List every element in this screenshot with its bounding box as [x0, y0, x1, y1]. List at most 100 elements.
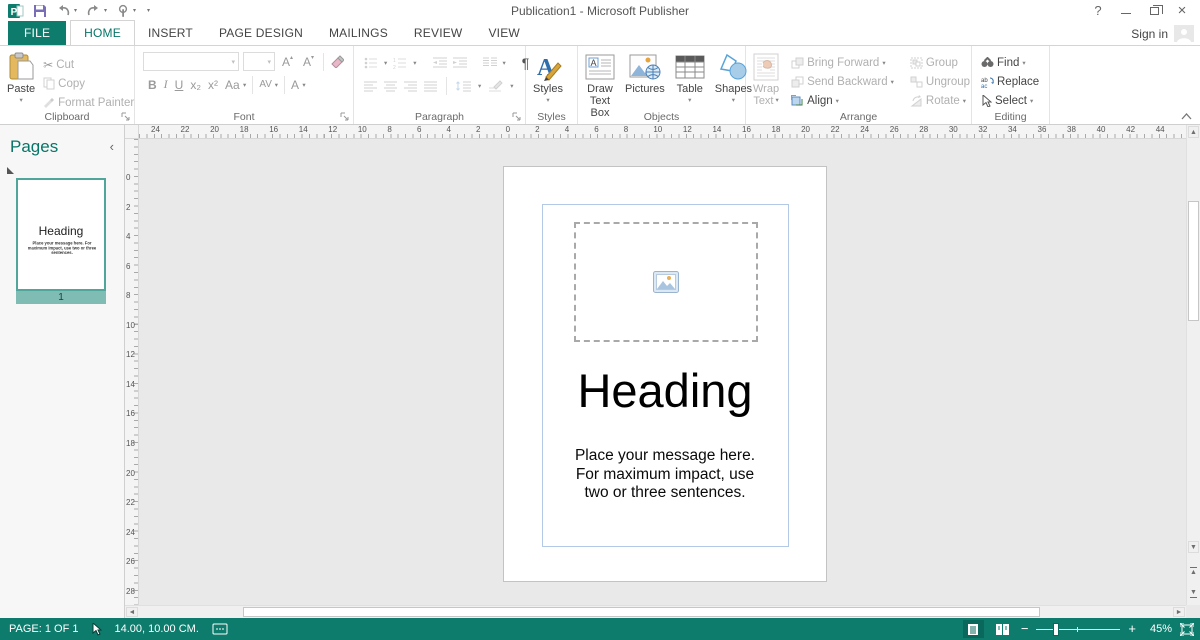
object-size-icon[interactable]	[212, 623, 228, 635]
vertical-scrollbar[interactable]: ▲ ▼ ▲ ▼	[1186, 125, 1200, 605]
scroll-left-icon[interactable]: ◄	[126, 607, 138, 617]
send-backward-button[interactable]: Send Backward▾	[788, 72, 897, 91]
superscript-button[interactable]: x²	[205, 75, 221, 94]
line-spacing-icon[interactable]	[456, 80, 471, 92]
borders-pen-icon[interactable]	[488, 80, 503, 92]
tab-home[interactable]: HOME	[70, 20, 135, 46]
publication-page[interactable]: Heading Place your message here. For max…	[503, 166, 827, 582]
zoom-slider-thumb[interactable]	[1053, 623, 1059, 636]
bring-forward-icon	[791, 57, 804, 69]
picture-placeholder[interactable]	[574, 222, 758, 342]
single-page-view-button[interactable]	[963, 620, 984, 638]
clipboard-dialog-launcher-icon[interactable]	[121, 112, 131, 122]
replace-button[interactable]: abac Replace	[978, 72, 1042, 91]
subscript-button[interactable]: x₂	[187, 75, 204, 94]
svg-text:P: P	[11, 7, 18, 18]
close-button[interactable]: ×	[1168, 0, 1196, 20]
workspace: Pages ‹ Heading Place your message here.…	[0, 125, 1200, 618]
bullets-icon[interactable]	[364, 57, 378, 69]
shrink-font-button[interactable]: A▾	[300, 52, 317, 71]
publisher-app-icon[interactable]: P	[8, 3, 24, 19]
zoom-level[interactable]: 45%	[1144, 623, 1172, 635]
change-case-button[interactable]: Aa ▾	[222, 75, 249, 94]
tab-mailings[interactable]: MAILINGS	[316, 21, 401, 45]
vertical-scrollbar-thumb[interactable]	[1188, 201, 1199, 321]
grow-font-button[interactable]: A▴	[279, 52, 296, 71]
scroll-right-icon[interactable]: ►	[1173, 607, 1185, 617]
redo-icon[interactable]	[86, 4, 101, 17]
touch-mode-icon[interactable]	[116, 4, 130, 18]
align-left-icon[interactable]	[364, 81, 377, 92]
format-painter-button[interactable]: Format Painter	[40, 93, 137, 112]
pictures-button[interactable]: Pictures	[620, 49, 670, 97]
copy-button[interactable]: Copy	[40, 74, 137, 93]
styles-button[interactable]: A Styles ▾	[528, 49, 568, 109]
font-name-combo[interactable]: ▾	[143, 52, 239, 71]
help-button[interactable]: ?	[1084, 0, 1112, 20]
redo-dropdown-icon[interactable]: ▾	[104, 7, 107, 14]
select-button[interactable]: Select▾	[978, 91, 1042, 110]
zoom-in-button[interactable]: +	[1128, 624, 1136, 634]
tab-insert[interactable]: INSERT	[135, 21, 206, 45]
columns-icon[interactable]	[483, 57, 497, 69]
group-button[interactable]: Group	[907, 53, 973, 72]
scroll-up-icon[interactable]: ▲	[1188, 126, 1199, 138]
increase-indent-icon[interactable]	[453, 57, 467, 69]
bring-forward-button[interactable]: Bring Forward▾	[788, 53, 897, 72]
align-right-icon[interactable]	[404, 81, 417, 92]
avatar-icon[interactable]	[1174, 25, 1194, 42]
restore-button[interactable]	[1140, 0, 1168, 20]
zoom-slider[interactable]	[1036, 623, 1120, 636]
minimize-button[interactable]	[1112, 0, 1140, 20]
italic-button[interactable]: I	[161, 75, 171, 94]
document-heading-textbox[interactable]: Heading	[504, 363, 826, 418]
wrap-text-button[interactable]: Wrap Text▾	[748, 49, 784, 109]
underline-button[interactable]: U	[172, 75, 187, 94]
tab-view[interactable]: VIEW	[475, 21, 532, 45]
pages-sort-icon[interactable]	[7, 167, 14, 174]
cursor-coordinates[interactable]: 14.00, 10.00 CM.	[115, 623, 199, 635]
numbering-icon[interactable]: 12	[393, 57, 407, 69]
publication-canvas[interactable]: Heading Place your message here. For max…	[139, 139, 1186, 605]
cut-button[interactable]: ✂ Cut	[40, 55, 137, 74]
page-thumbnail[interactable]: Heading Place your message here. For max…	[16, 178, 106, 291]
save-icon[interactable]	[33, 4, 47, 18]
pages-panel-collapse-icon[interactable]: ‹	[110, 139, 114, 154]
next-page-icon[interactable]: ▼	[1188, 587, 1199, 599]
fit-page-button[interactable]	[1180, 623, 1194, 636]
zoom-out-button[interactable]: −	[1021, 624, 1029, 634]
sign-in-link[interactable]: Sign in	[1131, 27, 1168, 41]
character-spacing-button[interactable]: AV ▾	[256, 75, 281, 94]
horizontal-scrollbar-thumb[interactable]	[243, 607, 1040, 617]
document-body-textbox[interactable]: Place your message here. For maximum imp…	[504, 447, 826, 503]
customize-qat-icon[interactable]: ▾	[147, 7, 150, 14]
touch-mode-dropdown-icon[interactable]: ▾	[133, 7, 136, 14]
vertical-ruler: 0246810121416182022242628	[125, 139, 139, 605]
decrease-indent-icon[interactable]	[433, 57, 447, 69]
paragraph-dialog-launcher-icon[interactable]	[512, 112, 522, 122]
align-button[interactable]: Align▾	[788, 91, 897, 110]
page-indicator[interactable]: PAGE: 1 OF 1	[9, 623, 79, 635]
horizontal-scrollbar[interactable]: ◄ ►	[125, 605, 1186, 618]
table-button[interactable]: Table ▾	[670, 49, 710, 109]
ungroup-button[interactable]: Ungroup	[907, 72, 973, 91]
justify-icon[interactable]	[424, 81, 437, 92]
tab-page-design[interactable]: PAGE DESIGN	[206, 21, 316, 45]
font-color-button[interactable]: A ▾	[288, 75, 309, 94]
collapse-ribbon-icon[interactable]	[1181, 113, 1192, 120]
previous-page-icon[interactable]: ▲	[1188, 565, 1199, 577]
undo-icon[interactable]	[56, 4, 71, 17]
font-size-combo[interactable]: ▾	[243, 52, 275, 71]
undo-dropdown-icon[interactable]: ▾	[74, 7, 77, 14]
font-dialog-launcher-icon[interactable]	[340, 112, 350, 122]
paste-button[interactable]: Paste ▾	[2, 49, 40, 109]
bold-button[interactable]: B	[145, 75, 160, 94]
tab-file[interactable]: FILE	[8, 21, 66, 45]
tab-review[interactable]: REVIEW	[401, 21, 476, 45]
align-center-icon[interactable]	[384, 81, 397, 92]
two-page-spread-button[interactable]	[992, 620, 1013, 638]
rotate-button[interactable]: Rotate▾	[907, 91, 973, 110]
clear-formatting-icon[interactable]	[330, 55, 344, 68]
scroll-down-icon[interactable]: ▼	[1188, 541, 1199, 553]
find-button[interactable]: Find▾	[978, 53, 1042, 72]
